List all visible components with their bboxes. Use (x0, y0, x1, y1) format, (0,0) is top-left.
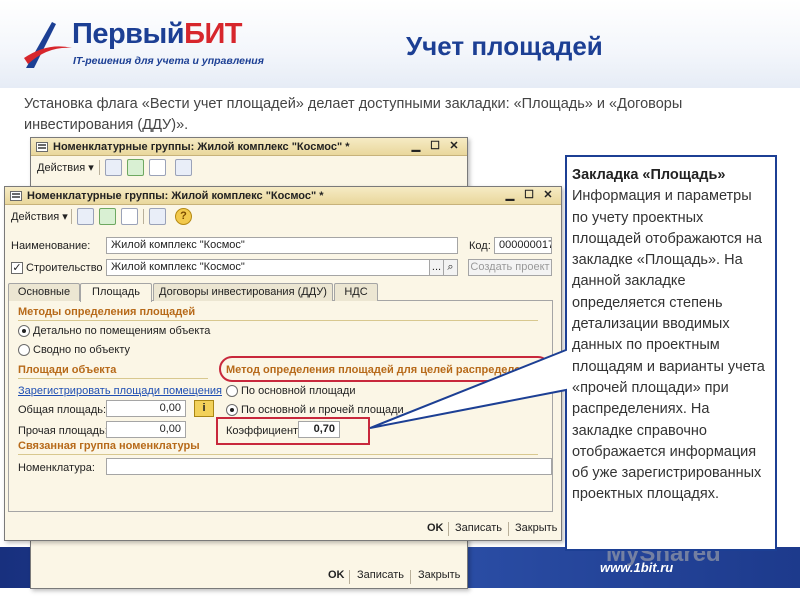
callout-body: Информация и параметры по учету проектны… (572, 188, 765, 503)
callout-heading: Закладка «Площадь» (572, 167, 726, 183)
callout-text: Закладка «Площадь» Информация и параметр… (572, 165, 767, 506)
